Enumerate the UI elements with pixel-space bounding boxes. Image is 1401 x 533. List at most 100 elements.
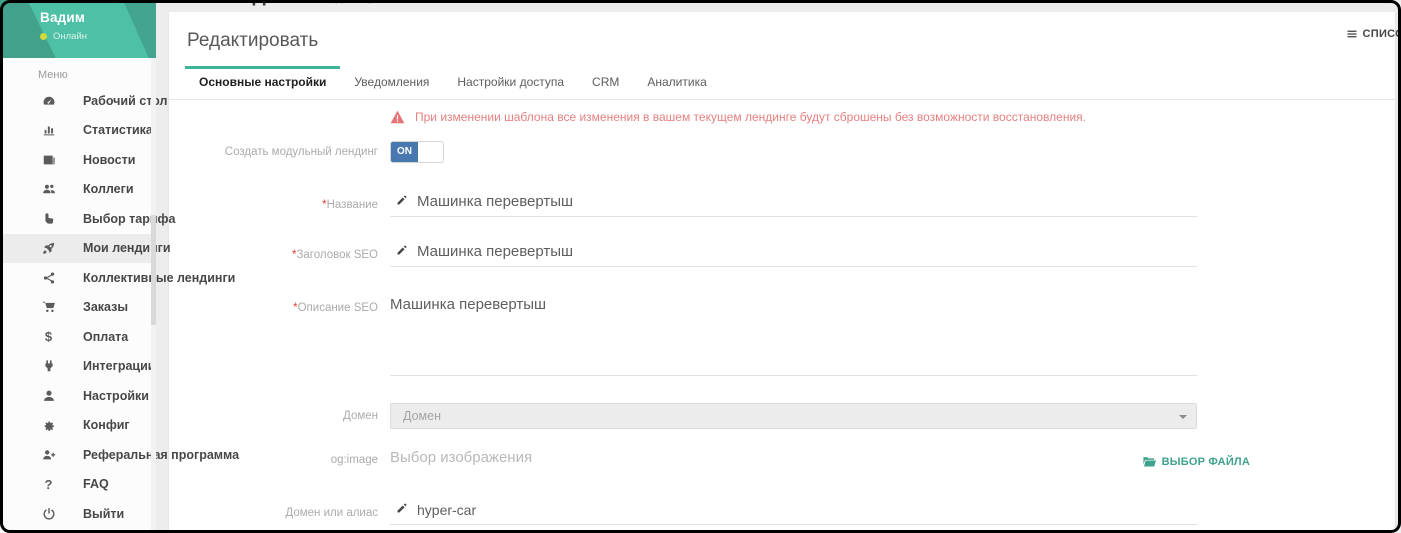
page-title: Мои лендинги [166, 0, 313, 6]
sidebar-menu: Рабочий стол Статистика Новости Коллеги … [0, 86, 156, 529]
user-plus-icon [40, 448, 57, 462]
sidebar-item-11[interactable]: Конфиг [0, 411, 156, 441]
tab-1[interactable]: Уведомления [340, 66, 443, 99]
rocket-icon [40, 241, 57, 255]
pencil-icon [396, 243, 408, 261]
tab-content: При изменении шаблона все изменения в ва… [169, 110, 1395, 525]
stats-icon [40, 123, 57, 137]
sidebar-item-label: Статистика [83, 123, 153, 137]
form-row-seo-description: *Описание SEO Машинка перевертыш [169, 293, 1395, 376]
card-header: Редактировать СПИСОК [169, 12, 1395, 66]
sidebar-item-6[interactable]: Коллективные лендинги [0, 263, 156, 293]
modular-toggle[interactable]: ON [390, 141, 444, 163]
list-button-label: СПИСОК [1363, 28, 1401, 40]
folder-open-icon [1143, 456, 1156, 468]
field-label-seo-title: *Заголовок SEO [169, 249, 378, 267]
domain-select-value: Домен [403, 409, 441, 423]
sidebar-item-5[interactable]: Мои лендинги [0, 234, 156, 264]
sidebar-item-label: Выбор тарифа [83, 212, 175, 226]
tab-label: Уведомления [354, 75, 429, 89]
user-icon [40, 389, 57, 403]
sidebar-item-label: Мои лендинги [83, 241, 171, 255]
name-input[interactable] [417, 193, 1197, 216]
toggle-on-label: ON [391, 142, 418, 162]
sidebar-item-7[interactable]: Заказы [0, 293, 156, 323]
sidebar-item-1[interactable]: Статистика [0, 116, 156, 146]
page-subtitle: Редактировать [321, 0, 407, 4]
pencil-icon [396, 501, 408, 519]
tab-0[interactable]: Основные настройки [185, 66, 340, 99]
sidebar-item-14[interactable]: Выйти [0, 499, 156, 529]
list-button[interactable]: СПИСОК [1346, 28, 1401, 40]
tab-3[interactable]: CRM [578, 66, 633, 99]
pencil-icon [396, 193, 408, 211]
sidebar-item-label: Реферальная программа [83, 448, 239, 462]
form-row-seo-title: *Заголовок SEO [169, 241, 1395, 267]
field-label-seo-description: *Описание SEO [169, 293, 378, 320]
online-status-icon [40, 33, 47, 40]
sidebar: Вадим Онлайн Меню Рабочий стол Статистик… [0, 0, 156, 533]
sidebar-scrollbar-thumb[interactable] [151, 215, 156, 325]
sidebar-item-8[interactable]: $ Оплата [0, 322, 156, 352]
domain-select[interactable]: Домен [390, 403, 1197, 429]
warning-text: При изменении шаблона все изменения в ва… [415, 110, 1086, 124]
sidebar-item-4[interactable]: Выбор тарифа [0, 204, 156, 234]
list-icon [1346, 28, 1358, 40]
dollar-icon: $ [40, 330, 57, 343]
field-label-modular: Создать модульный лендинг [169, 146, 378, 158]
editor-card: Редактировать СПИСОК Основные настройки … [169, 12, 1395, 533]
tab-label: CRM [592, 75, 619, 89]
menu-section-label: Меню [0, 58, 156, 86]
tab-bar: Основные настройки Уведомления Настройки… [169, 66, 1395, 100]
form-row-modular: Создать модульный лендинг ON [169, 140, 1395, 163]
user-profile: Вадим Онлайн [0, 0, 156, 58]
seo-title-input[interactable] [417, 243, 1197, 266]
breadcrumb: Мои лендинги Редактировать [166, 0, 407, 7]
sidebar-item-9[interactable]: Интеграции [0, 352, 156, 382]
tab-2[interactable]: Настройки доступа [443, 66, 578, 99]
form-row-name: *Название [169, 191, 1395, 217]
cart-icon [40, 300, 57, 314]
sidebar-item-0[interactable]: Рабочий стол [0, 86, 156, 116]
field-label-name: *Название [169, 199, 378, 217]
form-row-og-image: og:image ВЫБОР ФАЙЛА [169, 447, 1395, 472]
tab-4[interactable]: Аналитика [633, 66, 720, 99]
power-icon [40, 507, 57, 521]
tab-label: Аналитика [647, 75, 706, 89]
og-image-input[interactable] [390, 449, 1087, 472]
seo-description-textarea[interactable]: Машинка перевертыш [390, 293, 1197, 375]
sidebar-item-13[interactable]: ? FAQ [0, 470, 156, 500]
sidebar-item-label: Конфиг [83, 418, 130, 432]
question-icon: ? [40, 478, 57, 491]
app-window: Вадим Онлайн Меню Рабочий стол Статистик… [0, 0, 1401, 533]
sidebar-item-label: Интеграции [83, 359, 155, 373]
alias-input[interactable] [417, 502, 1197, 524]
form-row-domain: Домен Домен [169, 403, 1395, 429]
sidebar-item-label: Оплата [83, 330, 128, 344]
sidebar-item-label: Заказы [83, 300, 128, 314]
sidebar-item-label: FAQ [83, 477, 109, 491]
sidebar-item-label: Выйти [83, 507, 124, 521]
field-label-alias: Домен или алиас [169, 507, 378, 525]
sidebar-item-12[interactable]: Реферальная программа [0, 440, 156, 470]
share-icon [40, 271, 57, 285]
chevron-down-icon [1179, 415, 1187, 419]
sidebar-item-3[interactable]: Коллеги [0, 175, 156, 205]
form-row-alias: Домен или алиас [169, 500, 1395, 525]
sidebar-item-label: Коллеги [83, 182, 134, 196]
tab-label: Основные настройки [199, 75, 326, 89]
sidebar-item-10[interactable]: Настройки [0, 381, 156, 411]
news-icon [40, 153, 57, 167]
sidebar-item-label: Настройки [83, 389, 149, 403]
user-status: Онлайн [40, 31, 156, 42]
user-status-label: Онлайн [53, 31, 87, 42]
sidebar-item-2[interactable]: Новости [0, 145, 156, 175]
users-icon [40, 182, 57, 196]
choose-file-label: ВЫБОР ФАЙЛА [1162, 456, 1250, 468]
user-name: Вадим [40, 10, 156, 25]
field-label-domain: Домен [169, 410, 378, 422]
gears-icon [40, 418, 57, 432]
hand-pointer-icon [40, 212, 57, 226]
choose-file-button[interactable]: ВЫБОР ФАЙЛА [1143, 456, 1250, 468]
card-title: Редактировать [187, 30, 1377, 52]
